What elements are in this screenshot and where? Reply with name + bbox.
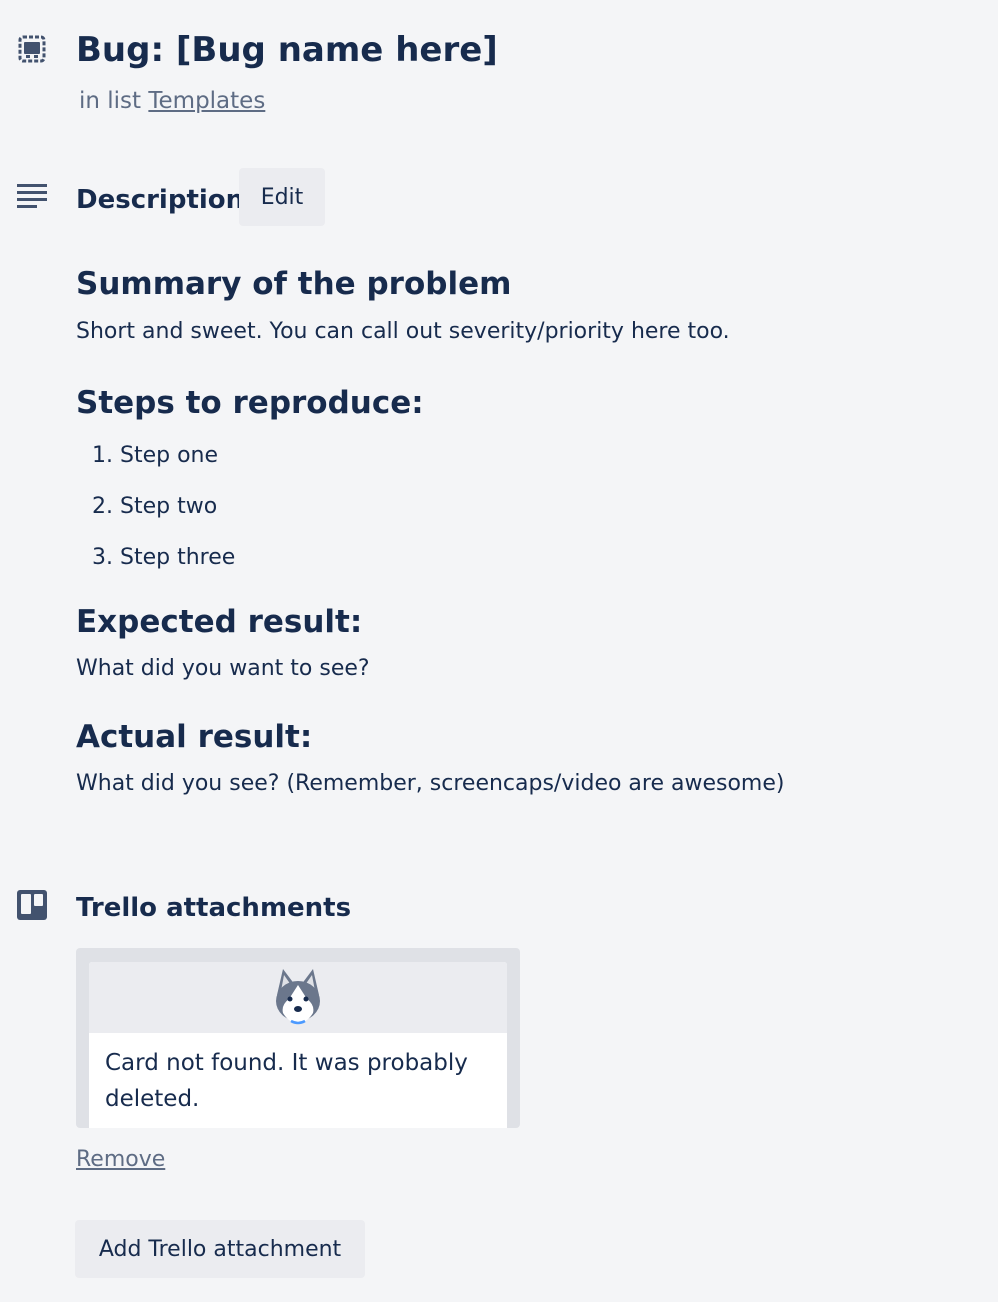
step-item: Step two: [120, 492, 936, 522]
in-list-text: in list Templates: [79, 86, 265, 116]
steps-heading: Steps to reproduce:: [76, 385, 424, 421]
summary-heading: Summary of the problem: [76, 266, 512, 302]
description-title: Description: [76, 185, 245, 215]
edit-description-button[interactable]: Edit: [239, 168, 325, 226]
attachments-title: Trello attachments: [76, 893, 352, 923]
step-item: Step three: [120, 543, 936, 573]
in-list-prefix: in list: [79, 88, 142, 114]
description-icon: [14, 177, 50, 213]
description-content[interactable]: Summary of the problem Short and sweet. …: [76, 262, 936, 799]
attachment-card[interactable]: Card not found. It was probably deleted.: [89, 962, 507, 1128]
attachment-not-found-text: Card not found. It was probably deleted.: [105, 1050, 468, 1112]
attachment-preview[interactable]: Card not found. It was probably deleted.: [76, 948, 520, 1128]
add-trello-attachment-button[interactable]: Add Trello attachment: [75, 1220, 365, 1278]
list-link[interactable]: Templates: [148, 88, 265, 114]
trello-board-icon: [14, 887, 50, 923]
card-icon: [14, 32, 50, 68]
card-title[interactable]: Bug: [Bug name here]: [76, 28, 498, 72]
expected-heading: Expected result:: [76, 604, 363, 640]
expected-text: What did you want to see?: [76, 656, 370, 681]
actual-heading: Actual result:: [76, 719, 313, 755]
summary-text: Short and sweet. You can call out severi…: [76, 319, 730, 344]
remove-attachment-link[interactable]: Remove: [76, 1145, 165, 1175]
step-item: Step one: [120, 441, 936, 471]
steps-list: Step one Step two Step three: [76, 441, 936, 573]
actual-text: What did you see? (Remember, screencaps/…: [76, 771, 785, 796]
husky-mascot-icon: [267, 965, 329, 1031]
attachment-cover: [89, 962, 507, 1033]
